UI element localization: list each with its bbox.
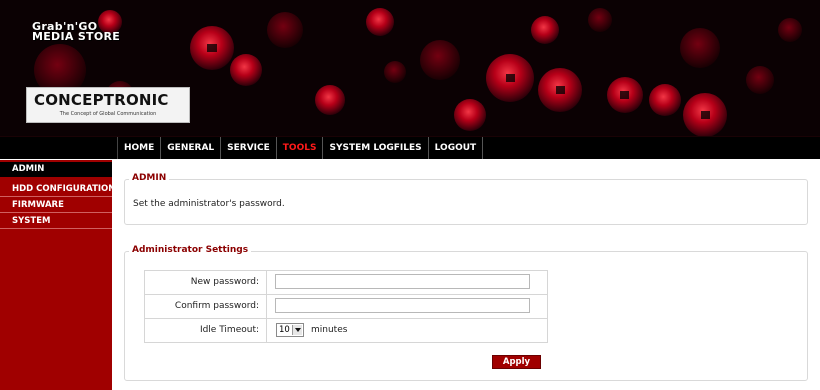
chevron-down-icon[interactable] (292, 325, 302, 335)
new-password-input[interactable] (275, 274, 530, 289)
sidebar-item-system[interactable]: SYSTEM (0, 214, 112, 229)
confirm-password-input[interactable] (275, 298, 530, 313)
idle-timeout-label: Idle Timeout: (145, 319, 267, 342)
administrator-settings-panel: Administrator Settings New password: Con… (124, 245, 808, 381)
store-logo-text: Grab'n'GO MEDIA STORE (32, 21, 121, 43)
logo-name: CONCEPTRONIC (34, 91, 169, 109)
nav-tools[interactable]: TOOLS (277, 137, 324, 159)
confirm-password-label: Confirm password: (145, 295, 267, 318)
nav-system-logfiles[interactable]: SYSTEM LOGFILES (323, 137, 429, 159)
idle-timeout-value: 10 (279, 325, 290, 335)
store-name-line2: MEDIA STORE (32, 30, 121, 43)
new-password-row: New password: (145, 271, 547, 295)
sidebar-item-hdd-configuration[interactable]: HDD CONFIGURATION (0, 182, 115, 197)
settings-panel-title: Administrator Settings (129, 245, 252, 255)
nav-logout[interactable]: LOGOUT (429, 137, 484, 159)
nav-spacer (0, 137, 118, 159)
sidebar: ADMIN HDD CONFIGURATION FIRMWARE SYSTEM (0, 160, 115, 390)
idle-timeout-row: Idle Timeout: 10 minutes (145, 319, 547, 342)
header-banner: Grab'n'GO MEDIA STORE CONCEPTRONIC The C… (0, 0, 820, 137)
nav-general[interactable]: GENERAL (161, 137, 222, 159)
admin-description: Set the administrator's password. (133, 199, 285, 209)
admin-panel-title: ADMIN (129, 173, 170, 183)
nav-service[interactable]: SERVICE (221, 137, 277, 159)
nav-items: HOME GENERAL SERVICE TOOLS SYSTEM LOGFIL… (118, 137, 484, 159)
top-navigation: HOME GENERAL SERVICE TOOLS SYSTEM LOGFIL… (0, 137, 820, 159)
sidebar-item-admin[interactable]: ADMIN (0, 162, 112, 177)
nav-home[interactable]: HOME (118, 137, 162, 159)
conceptronic-logo: CONCEPTRONIC The Concept of Global Commu… (26, 87, 190, 123)
apply-button[interactable]: Apply (492, 355, 541, 369)
sidebar-item-firmware[interactable]: FIRMWARE (0, 198, 112, 213)
idle-timeout-unit: minutes (311, 325, 348, 335)
logo-tagline: The Concept of Global Communication (59, 111, 157, 117)
settings-form: New password: Confirm password: Idle Tim… (144, 270, 548, 343)
idle-timeout-select[interactable]: 10 (276, 323, 304, 337)
confirm-password-row: Confirm password: (145, 295, 547, 319)
new-password-label: New password: (145, 271, 267, 294)
admin-panel: ADMIN Set the administrator's password. (124, 173, 808, 225)
